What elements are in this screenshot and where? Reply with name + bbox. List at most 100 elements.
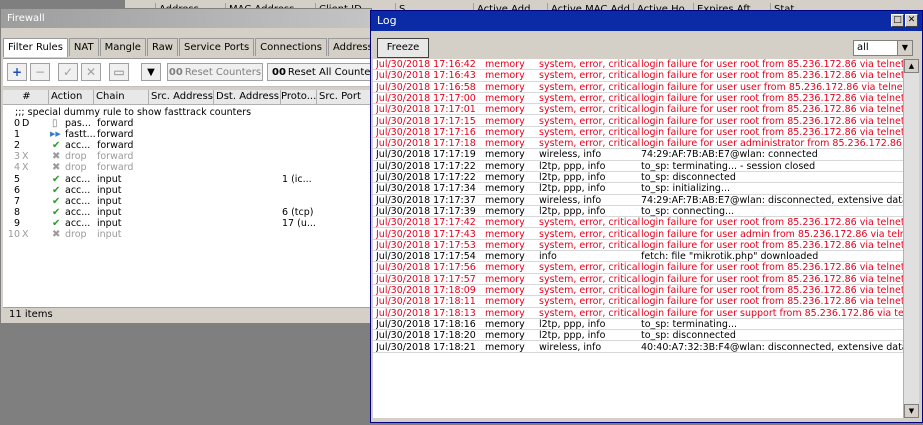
log-entry[interactable]: Jul/30/2018 17:16:43 memory system, error,… — [373, 70, 903, 82]
table-row[interactable]: 4 X ✖ drop forward — [3, 162, 371, 174]
log-buffer: memory — [485, 149, 525, 161]
rule-number: 3 — [13, 151, 20, 163]
log-time: Jul/30/2018 17:18:21 — [376, 341, 476, 353]
table-row[interactable]: 5 ✔ acc... input 1 (ic... — [3, 174, 371, 185]
tab-nat[interactable]: NAT — [68, 38, 99, 56]
remove-button[interactable]: − — [30, 63, 50, 81]
log-time: Jul/30/2018 17:18:13 — [376, 307, 476, 319]
enable-button[interactable]: ✓ — [58, 63, 78, 81]
log-entry[interactable]: Jul/30/2018 17:17:43 memory system, error,… — [373, 229, 903, 240]
check-icon: ✓ — [62, 65, 74, 79]
log-buffer: memory — [485, 341, 525, 353]
log-buffer: memory — [485, 183, 525, 195]
column-header[interactable]: Proto... — [279, 90, 317, 104]
tab-filter-rules[interactable]: Filter Rules — [3, 38, 68, 57]
log-time: Jul/30/2018 17:18:20 — [376, 330, 476, 342]
log-entry[interactable]: Jul/30/2018 17:17:01 memory system, error,… — [373, 104, 903, 116]
table-row[interactable]: 6 ✔ acc... input — [3, 184, 371, 196]
cross-icon: ✖ — [52, 162, 61, 174]
reset-counters-button[interactable]: 00 Reset Counters — [167, 63, 263, 81]
log-buffer: memory — [485, 217, 525, 229]
column-header[interactable]: Src. Port — [317, 90, 371, 104]
log-buffer: memory — [485, 239, 525, 251]
table-row[interactable]: 10 X ✖ drop input — [3, 229, 371, 240]
scroll-up-icon[interactable]: ▲ — [904, 59, 919, 73]
rule-chain: input — [97, 217, 122, 229]
log-topics: system, error, critical — [539, 59, 641, 70]
comment-button[interactable]: ▭ — [109, 63, 129, 81]
filter-table-body: ;;; special dummy rule to show fasttrack… — [3, 105, 371, 307]
log-entry[interactable]: Jul/30/2018 17:18:16 memory l2tp, ppp, inf… — [373, 318, 903, 331]
log-entry[interactable]: Jul/30/2018 17:17:16 memory system, error,… — [373, 127, 903, 139]
table-row[interactable]: 1 ▶▶ fastt... forward — [3, 129, 371, 140]
close-button[interactable]: ✕ — [905, 14, 918, 27]
column-header[interactable]: Dst. Address — [214, 90, 281, 104]
log-buffer: memory — [485, 262, 525, 274]
log-entry[interactable]: Jul/30/2018 17:17:15 memory system, error,… — [373, 116, 903, 127]
log-entry[interactable]: Jul/30/2018 17:17:42 memory system, error,… — [373, 217, 903, 229]
disable-button[interactable]: ✕ — [81, 63, 101, 81]
log-entry[interactable]: Jul/30/2018 17:17:22 memory l2tp, ppp, inf… — [373, 172, 903, 184]
log-entry[interactable]: Jul/30/2018 17:17:39 memory l2tp, ppp, inf… — [373, 206, 903, 218]
log-filter-select[interactable]: all ▼ — [853, 40, 913, 56]
table-row[interactable]: 0 D ▯ pas... forward — [3, 118, 371, 129]
tab-mangle[interactable]: Mangle — [99, 38, 146, 56]
add-button[interactable]: + — [7, 63, 27, 81]
log-buffer: memory — [485, 194, 525, 206]
log-buffer: memory — [485, 307, 525, 319]
log-entry[interactable]: Jul/30/2018 17:17:34 memory l2tp, ppp, inf… — [373, 183, 903, 195]
rule-action: pas... — [65, 118, 91, 129]
table-row[interactable]: 9 ✔ acc... input 17 (u... — [3, 217, 371, 229]
log-entry[interactable]: Jul/30/2018 17:18:09 memory system, error,… — [373, 285, 903, 297]
log-entry[interactable]: Jul/30/2018 17:16:58 memory system, error,… — [373, 82, 903, 93]
log-topics: system, error, critical — [539, 307, 641, 319]
tab-service-ports[interactable]: Service Ports — [179, 38, 255, 56]
log-entry[interactable]: Jul/30/2018 17:17:37 memory wireless, info… — [373, 195, 903, 206]
tab-address-lists[interactable]: Address Lists — [327, 38, 371, 56]
log-message: to_sp: terminating... — [641, 318, 738, 330]
log-entry[interactable]: Jul/30/2018 17:17:53 memory system, error,… — [373, 239, 903, 252]
table-row[interactable]: 2 ✔ acc... forward — [3, 140, 371, 151]
log-message: login failure for user root from 85.236.… — [641, 296, 903, 308]
log-time: Jul/30/2018 17:16:43 — [376, 70, 476, 82]
log-entry[interactable]: Jul/30/2018 17:18:20 memory l2tp, ppp, inf… — [373, 330, 903, 342]
tab-raw[interactable]: Raw — [146, 38, 178, 56]
column-header[interactable]: # — [3, 90, 49, 104]
tab-connections[interactable]: Connections — [255, 38, 327, 56]
freeze-button[interactable]: Freeze — [377, 38, 429, 58]
log-time: Jul/30/2018 17:18:09 — [376, 285, 476, 296]
maximize-button[interactable]: □ — [891, 14, 904, 27]
rule-number: 8 — [13, 206, 20, 218]
log-entry[interactable]: Jul/30/2018 17:17:22 memory l2tp, ppp, inf… — [373, 161, 903, 172]
log-entry[interactable]: Jul/30/2018 17:17:00 memory system, error,… — [373, 93, 903, 105]
fasttrack-icon: ▶▶ — [50, 130, 61, 139]
filter-button[interactable]: ▼ — [141, 63, 161, 81]
reset-all-counters-button[interactable]: 00 Reset All Counters — [267, 63, 371, 81]
column-header[interactable]: Src. Address — [149, 90, 214, 104]
log-entry[interactable]: Jul/30/2018 17:18:13 memory system, error,… — [373, 308, 903, 319]
table-row[interactable]: 3 X ✖ drop forward — [3, 151, 371, 163]
log-entry[interactable]: Jul/30/2018 17:16:42 memory system, error,… — [373, 59, 903, 71]
rule-action: acc... — [65, 184, 91, 196]
column-header[interactable]: Action — [49, 90, 94, 104]
rule-comment: ;;; special dummy rule to show fasttrack… — [15, 107, 252, 118]
table-row[interactable]: 8 ✔ acc... input 6 (tcp) — [3, 206, 371, 218]
log-entry[interactable]: Jul/30/2018 17:17:19 memory wireless, info… — [373, 149, 903, 161]
log-entry[interactable]: Jul/30/2018 17:17:56 memory system, error,… — [373, 262, 903, 274]
log-buffer: memory — [485, 318, 525, 330]
rule-chain: forward — [97, 151, 134, 163]
column-header[interactable]: Chain — [94, 90, 149, 104]
log-entry[interactable]: Jul/30/2018 17:17:18 memory system, error,… — [373, 138, 903, 150]
log-entry[interactable]: Jul/30/2018 17:18:11 memory system, error,… — [373, 296, 903, 308]
scroll-down-icon[interactable]: ▼ — [904, 404, 919, 418]
log-entry[interactable]: Jul/30/2018 17:17:57 memory system, error,… — [373, 274, 903, 285]
log-entry[interactable]: Jul/30/2018 17:17:54 memory info fetch: fil… — [373, 251, 903, 263]
log-entry[interactable]: Jul/30/2018 17:18:21 memory wireless, info… — [373, 342, 903, 353]
log-topics: system, error, critical — [539, 262, 641, 274]
log-scrollbar[interactable]: ▲ ▼ — [903, 59, 919, 418]
rule-chain: forward — [97, 118, 134, 129]
log-topics: wireless, info — [539, 194, 602, 206]
table-row[interactable]: 7 ✔ acc... input — [3, 196, 371, 207]
log-message: login failure for user user from 85.236.… — [641, 81, 903, 93]
log-message: login failure for user root from 85.236.… — [641, 273, 903, 285]
